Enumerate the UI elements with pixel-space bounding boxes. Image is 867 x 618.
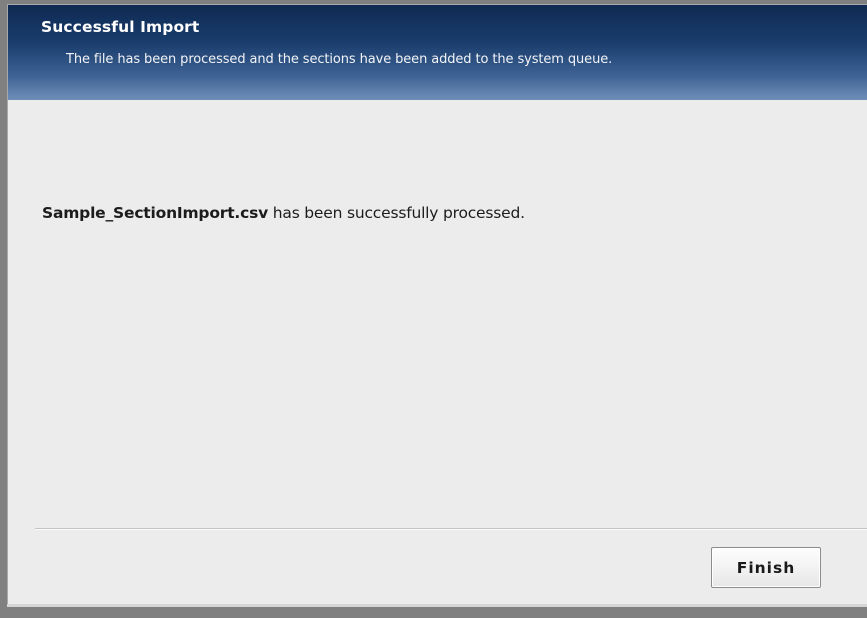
dialog-subtitle: The file has been processed and the sect… — [66, 52, 613, 67]
import-dialog: Successful Import The file has been proc… — [7, 4, 867, 604]
finish-button[interactable]: Finish — [711, 547, 821, 588]
dialog-bottom-edge — [7, 604, 867, 607]
imported-filename: Sample_SectionImport.csv — [42, 204, 269, 222]
dialog-header: Successful Import The file has been proc… — [8, 5, 867, 100]
footer-divider — [35, 528, 867, 530]
success-message-text: has been successfully processed. — [268, 204, 525, 222]
window-frame: Successful Import The file has been proc… — [0, 0, 867, 618]
dialog-title: Successful Import — [41, 18, 200, 36]
success-message: Sample_SectionImport.csv has been succes… — [42, 204, 525, 222]
